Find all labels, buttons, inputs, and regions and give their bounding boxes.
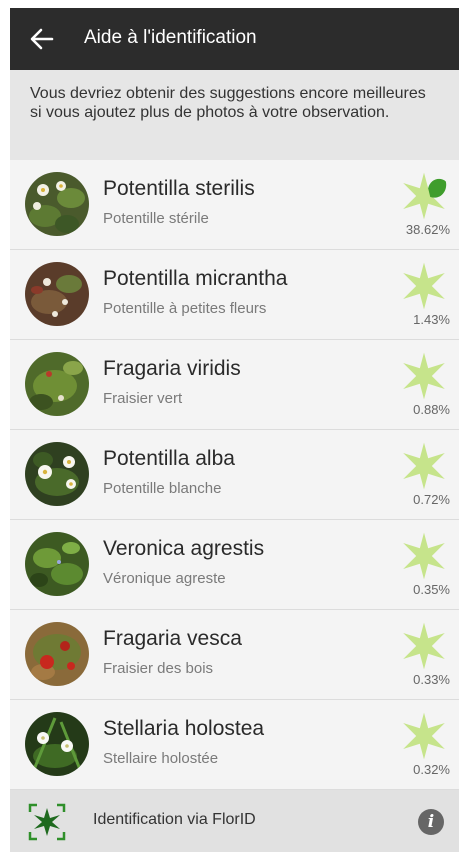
- florid-label: Identification via FlorID: [93, 811, 256, 828]
- florid-leaf-icon: [28, 803, 66, 841]
- common-name: Fraisier vert: [103, 390, 183, 407]
- common-name: Potentille stérile: [103, 210, 209, 227]
- photo-tip-banner: Vous devriez obtenir des suggestions enc…: [10, 70, 459, 160]
- confidence-percent: 0.35%: [413, 582, 450, 597]
- suggestion-row[interactable]: Fragaria vesca Fraisier des bois 0.33%: [10, 610, 459, 700]
- confidence-percent: 0.72%: [413, 492, 450, 507]
- scientific-name: Fragaria viridis: [103, 357, 241, 380]
- common-name: Stellaire holostée: [103, 750, 219, 767]
- confidence-leaf-icon: [398, 350, 450, 402]
- species-photo: [25, 532, 89, 596]
- suggestion-row[interactable]: Stellaria holostea Stellaire holostée 0.…: [10, 700, 459, 790]
- suggestion-list: Potentilla sterilis Potentille stérile 3…: [10, 160, 459, 790]
- species-photo: [25, 262, 89, 326]
- page-title: Aide à l'identification: [84, 27, 257, 48]
- species-photo: [25, 622, 89, 686]
- common-name: Fraisier des bois: [103, 660, 214, 677]
- scientific-name: Potentilla sterilis: [103, 177, 255, 200]
- confidence-percent: 0.32%: [413, 762, 450, 777]
- scientific-name: Veronica agrestis: [103, 537, 265, 560]
- scientific-name: Stellaria holostea: [103, 717, 265, 740]
- confidence-leaf-icon: [398, 440, 450, 492]
- common-name: Potentille à petites fleurs: [103, 300, 267, 317]
- confidence-percent: 1.43%: [413, 312, 450, 327]
- scientific-name: Potentilla micrantha: [103, 267, 288, 290]
- suggestion-row[interactable]: Potentilla sterilis Potentille stérile 3…: [10, 160, 459, 250]
- suggestion-row[interactable]: Veronica agrestis Véronique agreste 0.35…: [10, 520, 459, 610]
- arrow-left-icon[interactable]: [28, 25, 56, 53]
- confidence-leaf-icon: [398, 710, 450, 762]
- suggestion-row[interactable]: Potentilla alba Potentille blanche 0.72%: [10, 430, 459, 520]
- species-photo: [25, 352, 89, 416]
- species-photo: [25, 442, 89, 506]
- confidence-leaf-icon: [398, 170, 450, 222]
- confidence-leaf-icon: [398, 620, 450, 672]
- confidence-percent: 0.33%: [413, 672, 450, 687]
- scientific-name: Potentilla alba: [103, 447, 235, 470]
- app-screen: Aide à l'identification Vous devriez obt…: [10, 8, 459, 852]
- app-bar: Aide à l'identification: [10, 8, 459, 70]
- suggestion-row[interactable]: Fragaria viridis Fraisier vert 0.88%: [10, 340, 459, 430]
- species-photo: [25, 172, 89, 236]
- identification-footer: Identification via FlorID i: [10, 790, 459, 852]
- confidence-leaf-icon: [398, 530, 450, 582]
- common-name: Potentille blanche: [103, 480, 222, 497]
- suggestion-row[interactable]: Potentilla micrantha Potentille à petite…: [10, 250, 459, 340]
- confidence-leaf-icon: [398, 260, 450, 312]
- species-photo: [25, 712, 89, 776]
- photo-tip-text: Vous devriez obtenir des suggestions enc…: [30, 85, 426, 121]
- scientific-name: Fragaria vesca: [103, 627, 242, 650]
- confidence-percent: 0.88%: [413, 402, 450, 417]
- confidence-percent: 38.62%: [405, 222, 450, 237]
- info-icon[interactable]: i: [418, 809, 444, 835]
- common-name: Véronique agreste: [103, 570, 226, 587]
